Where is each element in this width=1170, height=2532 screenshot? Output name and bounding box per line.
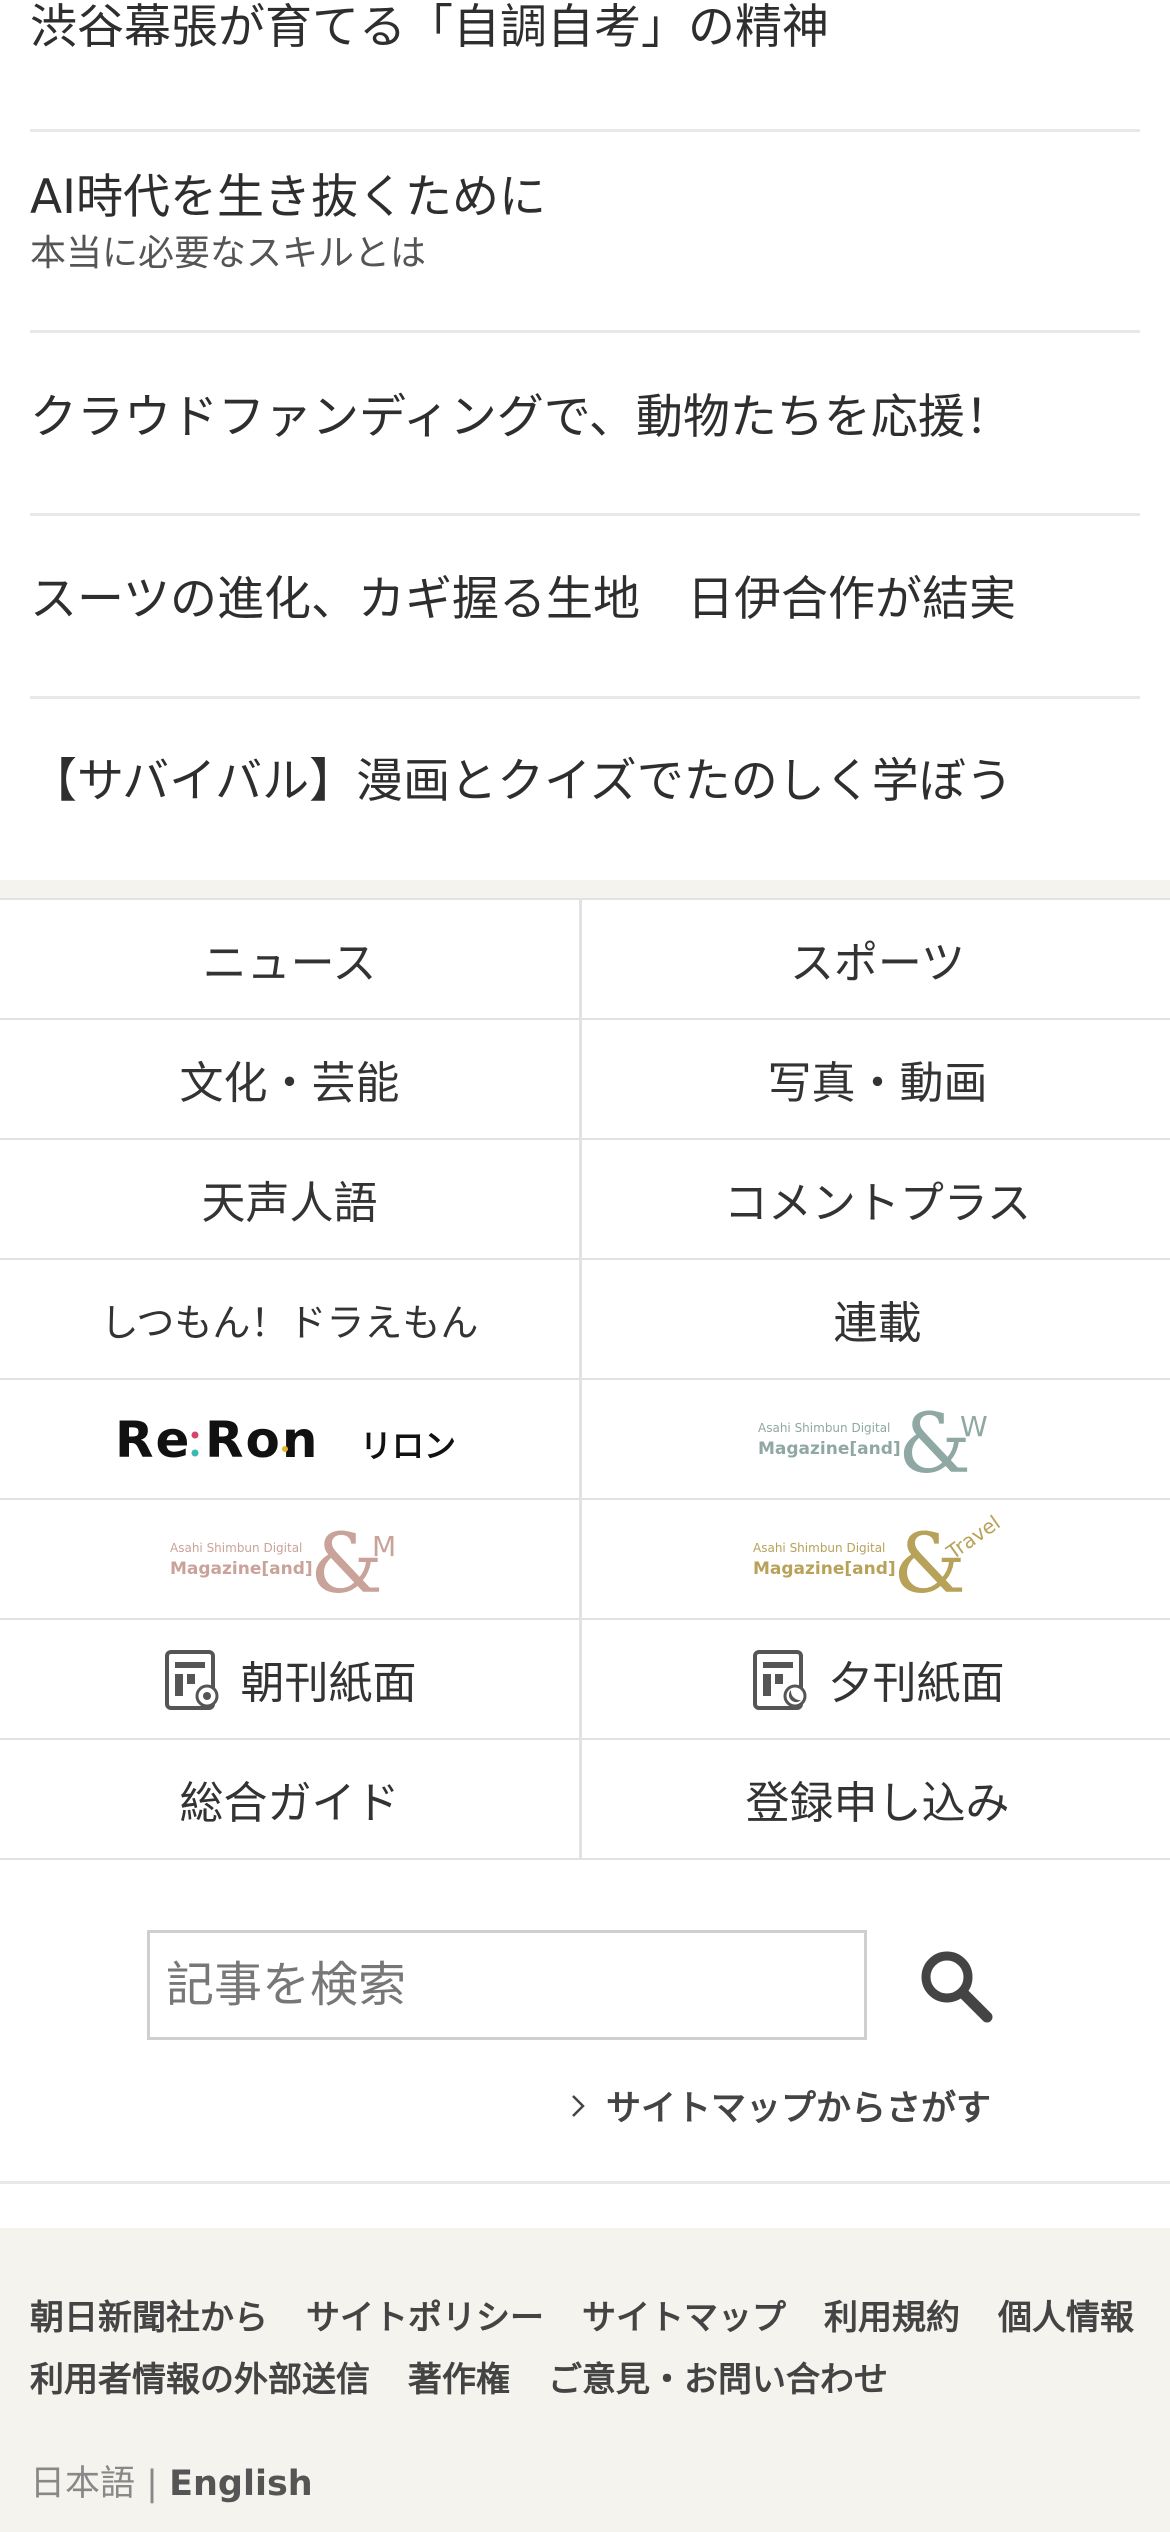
language-switch: 日本語 | English xyxy=(30,2455,313,2506)
nav-series[interactable]: 連載 xyxy=(585,1260,1170,1378)
nav-comment-plus[interactable]: コメントプラス xyxy=(585,1140,1170,1258)
article-title: クラウドファンディングで、動物たちを応援！ xyxy=(30,390,1012,445)
grid-row: 文化・芸能 写真・動画 xyxy=(0,1018,1170,1138)
footer-links-row1: 朝日新聞社から サイトポリシー サイトマップ 利用規約 個人情報 xyxy=(30,2290,1170,2339)
nav-news[interactable]: ニュース xyxy=(0,900,582,1018)
footer-link-contact[interactable]: ご意見・お問い合わせ xyxy=(548,2360,888,2400)
category-nav-grid: ニュース スポーツ 文化・芸能 写真・動画 天声人語 コメントプラス しつもん！… xyxy=(0,898,1170,1858)
nav-register[interactable]: 登録申し込み xyxy=(585,1740,1170,1858)
lang-separator: | xyxy=(146,2464,158,2504)
footer-link-privacy[interactable]: 個人情報 xyxy=(998,2298,1134,2338)
footer-link-site-policy[interactable]: サイトポリシー xyxy=(306,2298,544,2338)
evening-paper-label: 夕刊紙面 xyxy=(828,1658,1005,1709)
article-title: 渋谷幕張が育てる「自調自考」の精神 xyxy=(30,0,829,55)
svg-text:Ron: Ron xyxy=(205,1411,319,1469)
article-link-ai-era[interactable]: AI時代を生き抜くために 本当に必要なスキルとは xyxy=(30,170,1140,276)
divider xyxy=(30,696,1140,699)
article-link-suit[interactable]: スーツの進化、カギ握る生地 日伊合作が結実 xyxy=(30,572,1140,628)
article-title: 【サバイバル】漫画とクイズでたのしく学ぼう xyxy=(30,754,1013,809)
grid-row: しつもん！ドラえもん 連載 xyxy=(0,1258,1170,1378)
nav-and-w[interactable]: Asahi Shimbun Digital Magazine[and] & W xyxy=(585,1380,1170,1498)
article-subtitle: 本当に必要なスキルとは xyxy=(30,233,427,274)
grid-row: 天声人語 コメントプラス xyxy=(0,1138,1170,1258)
search-button[interactable] xyxy=(905,1930,1005,2040)
search-section xyxy=(0,1858,1170,2184)
grid-row: ニュース スポーツ xyxy=(0,898,1170,1018)
svg-text:Asahi Shimbun Digital: Asahi Shimbun Digital xyxy=(170,1541,302,1555)
nav-reron[interactable]: Re Ron リロン xyxy=(0,1380,582,1498)
svg-text:Magazine[and]: Magazine[and] xyxy=(170,1559,313,1579)
grid-row: 朝刊紙面 夕刊紙面 xyxy=(0,1618,1170,1738)
svg-text:M: M xyxy=(372,1530,396,1563)
svg-text:Magazine[and]: Magazine[and] xyxy=(753,1559,896,1579)
nav-photo-video[interactable]: 写真・動画 xyxy=(585,1020,1170,1138)
footer-links-row2: 利用者情報の外部送信 著作権 ご意見・お問い合わせ xyxy=(30,2352,926,2401)
and-m-logo: Asahi Shimbun Digital Magazine[and] & M xyxy=(170,1517,396,1604)
footer-link-about[interactable]: 朝日新聞社から xyxy=(30,2298,268,2338)
related-articles-list: 渋谷幕張が育てる「自調自考」の精神 AI時代を生き抜くために 本当に必要なスキル… xyxy=(0,0,1170,880)
nav-and-m[interactable]: Asahi Shimbun Digital Magazine[and] & M xyxy=(0,1500,582,1618)
footer-link-copyright[interactable]: 著作権 xyxy=(408,2360,510,2400)
article-title: AI時代を生き抜くために xyxy=(30,170,547,225)
lang-english[interactable]: English xyxy=(169,2464,313,2504)
divider xyxy=(30,513,1140,516)
article-link-survival[interactable]: 【サバイバル】漫画とクイズでたのしく学ぼう xyxy=(30,754,1140,810)
nav-sports[interactable]: スポーツ xyxy=(585,900,1170,1018)
svg-text:Asahi Shimbun Digital: Asahi Shimbun Digital xyxy=(758,1421,890,1435)
nav-guide[interactable]: 総合ガイド xyxy=(0,1740,582,1858)
footer-link-external-send[interactable]: 利用者情報の外部送信 xyxy=(30,2360,370,2400)
nav-tensei-jingo[interactable]: 天声人語 xyxy=(0,1140,582,1258)
nav-culture[interactable]: 文化・芸能 xyxy=(0,1020,582,1138)
and-w-logo: Asahi Shimbun Digital Magazine[and] & W xyxy=(758,1397,988,1484)
sitemap-link-label: サイトマップからさがす xyxy=(606,2089,992,2129)
footer-link-terms[interactable]: 利用規約 xyxy=(824,2298,960,2338)
nav-evening-paper[interactable]: 夕刊紙面 xyxy=(585,1620,1170,1738)
svg-text:W: W xyxy=(960,1410,988,1443)
svg-text:Re: Re xyxy=(115,1411,191,1469)
svg-text:リロン: リロン xyxy=(360,1427,456,1465)
footer-link-sitemap[interactable]: サイトマップ xyxy=(582,2298,786,2338)
lang-japanese[interactable]: 日本語 xyxy=(30,2464,135,2504)
search-icon xyxy=(921,1951,993,2023)
chevron-right-icon xyxy=(572,2094,585,2117)
grid-row: Re Ron リロン Asahi Shimbun Digital Magazin… xyxy=(0,1378,1170,1498)
morning-paper-label: 朝刊紙面 xyxy=(240,1658,417,1709)
evening-paper-icon xyxy=(752,1650,806,1710)
and-travel-logo: Asahi Shimbun Digital Magazine[and] & Tr… xyxy=(753,1514,1003,1604)
svg-text:Asahi Shimbun Digital: Asahi Shimbun Digital xyxy=(753,1541,885,1555)
reron-logo: Re Ron リロン xyxy=(115,1411,456,1469)
article-title: スーツの進化、カギ握る生地 日伊合作が結実 xyxy=(30,572,1017,627)
article-link-shibumaku[interactable]: 渋谷幕張が育てる「自調自考」の精神 xyxy=(30,0,1140,56)
nav-morning-paper[interactable]: 朝刊紙面 xyxy=(0,1620,582,1738)
grid-row: Asahi Shimbun Digital Magazine[and] & M … xyxy=(0,1498,1170,1618)
nav-doraemon[interactable]: しつもん！ドラえもん xyxy=(0,1260,582,1378)
divider xyxy=(30,129,1140,132)
svg-text:Magazine[and]: Magazine[and] xyxy=(758,1439,901,1459)
section-band xyxy=(0,880,1170,900)
search-input[interactable] xyxy=(147,1930,867,2040)
sitemap-search-link[interactable]: サイトマップからさがす xyxy=(570,2080,991,2131)
morning-paper-icon xyxy=(164,1650,218,1710)
nav-and-travel[interactable]: Asahi Shimbun Digital Magazine[and] & Tr… xyxy=(585,1500,1170,1618)
grid-row: 総合ガイド 登録申し込み xyxy=(0,1738,1170,1858)
divider xyxy=(30,330,1140,333)
article-link-crowdfunding[interactable]: クラウドファンディングで、動物たちを応援！ xyxy=(30,390,1140,446)
